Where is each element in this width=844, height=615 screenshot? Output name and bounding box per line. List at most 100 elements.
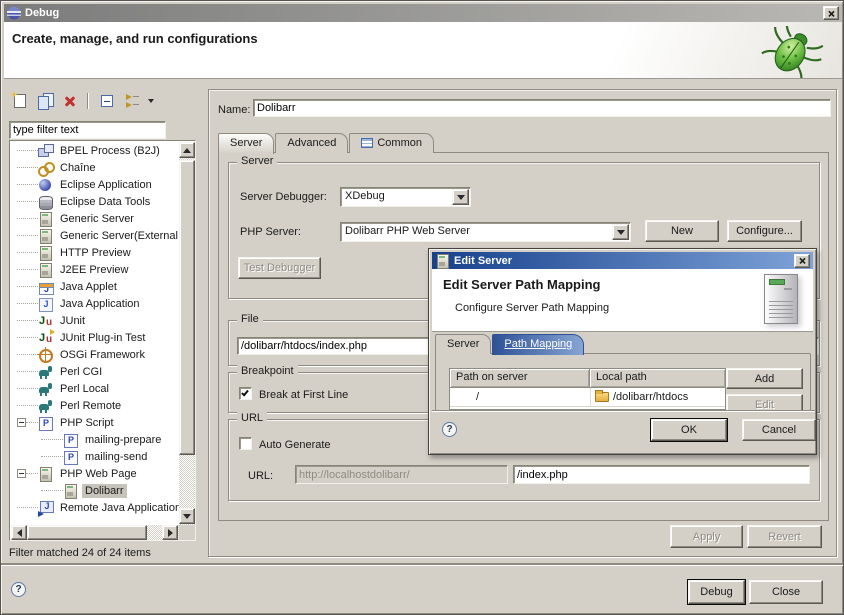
break-first-line-checkbox[interactable] (239, 387, 252, 400)
tree-item-php-script[interactable]: PHP Script (11, 414, 179, 431)
sphere-icon (38, 178, 53, 192)
url-path-input[interactable] (513, 465, 810, 484)
tree-item-label: JUnit Plug-in Test (57, 331, 148, 345)
chevron-down-icon (617, 230, 625, 235)
path-mapping-table[interactable]: Path on serverLocal path //dolibarr/htdo… (449, 368, 726, 410)
scroll-right-button[interactable] (162, 525, 178, 540)
tree-item-perl-cgi[interactable]: Perl CGI (11, 363, 179, 380)
auto-generate-checkbox[interactable] (239, 437, 252, 450)
filter-button[interactable] (121, 91, 142, 111)
scroll-down-button[interactable] (179, 508, 195, 524)
arrow-left-icon (17, 529, 22, 537)
tree-item-perl-local[interactable]: Perl Local (11, 380, 179, 397)
debug-button[interactable]: Debug (688, 580, 745, 604)
toolbar-separator (87, 93, 89, 109)
tree-item-eclipse-application[interactable]: Eclipse Application (11, 176, 179, 193)
tab-path-mapping[interactable]: Path Mapping (492, 334, 584, 355)
tree-item-label: Perl CGI (57, 365, 105, 379)
osgi-icon (38, 348, 53, 362)
bpel-icon (38, 144, 53, 158)
tree-item-java-applet[interactable]: Java Applet (11, 278, 179, 295)
cancel-button[interactable]: Cancel (742, 419, 816, 441)
filter-menu-button[interactable] (146, 91, 156, 111)
tree-item-dolibarr[interactable]: Dolibarr (11, 482, 179, 499)
test-debugger-button[interactable]: Test Debugger (238, 257, 321, 279)
tab-server-settings[interactable]: Server (435, 334, 491, 354)
hscroll-thumb[interactable] (27, 525, 147, 540)
edit-server-tabs: Server Path Mapping (435, 333, 585, 354)
column-header-local-path[interactable]: Local path (590, 369, 725, 388)
name-input[interactable] (253, 99, 831, 117)
close-button[interactable]: Close (749, 580, 823, 604)
footer-separator (1, 563, 844, 565)
add-mapping-button[interactable]: Add (726, 368, 803, 389)
scroll-left-button[interactable] (11, 525, 27, 540)
server-icon (38, 467, 53, 481)
tree-item-generic-server-external-la[interactable]: Generic Server(External La (11, 227, 179, 244)
debug-bug-icon (756, 26, 828, 78)
delete-configuration-button[interactable] (59, 91, 80, 111)
configure-server-button[interactable]: Configure... (727, 220, 802, 242)
server-debugger-select[interactable]: XDebug (340, 187, 471, 207)
new-server-button[interactable]: New (645, 220, 719, 242)
collapse-expander-icon[interactable] (17, 418, 26, 427)
tree-connector (17, 388, 38, 389)
tree-item-cha-ne[interactable]: Chaîne (11, 159, 179, 176)
dropdown-button[interactable] (612, 224, 629, 240)
duplicate-configuration-button[interactable] (34, 91, 55, 111)
tree-connector (17, 354, 38, 355)
server-icon (38, 246, 53, 260)
button-label: Close (772, 586, 800, 598)
tree-item-bpel-process-b2j[interactable]: BPEL Process (B2J) (11, 142, 179, 159)
tree-item-osgi-framework[interactable]: OSGi Framework (11, 346, 179, 363)
dialog-banner: Create, manage, and run configurations (4, 22, 842, 79)
help-icon[interactable]: ? (442, 422, 457, 437)
revert-button[interactable]: Revert (747, 525, 822, 548)
collapse-expander-icon[interactable] (17, 469, 26, 478)
tab-server[interactable]: Server (218, 133, 274, 154)
edit-server-close-button[interactable] (794, 254, 810, 268)
perl-icon (38, 382, 53, 396)
applet-icon (38, 280, 53, 294)
php-icon (63, 433, 78, 447)
window-close-button[interactable] (823, 6, 839, 20)
column-header-path-on-server[interactable]: Path on server (450, 369, 590, 388)
tree-item-php-web-page[interactable]: PHP Web Page (11, 465, 179, 482)
tree-item-generic-server[interactable]: Generic Server (11, 210, 179, 227)
tree-item-http-preview[interactable]: HTTP Preview (11, 244, 179, 261)
local-path-text: /dolibarr/htdocs (613, 391, 688, 403)
tree-item-mailing-prepare[interactable]: mailing-prepare (11, 431, 179, 448)
tab-advanced[interactable]: Advanced (275, 133, 348, 153)
button-label: Add (755, 373, 775, 385)
url-label: URL: (248, 470, 273, 482)
dropdown-button[interactable] (452, 189, 469, 205)
tree-item-mailing-send[interactable]: mailing-send (11, 448, 179, 465)
help-icon[interactable]: ? (11, 582, 26, 597)
tree-item-junit-plug-in-test[interactable]: JUnit Plug-in Test (11, 329, 179, 346)
tree-item-eclipse-data-tools[interactable]: Eclipse Data Tools (11, 193, 179, 210)
tree-item-remote-java-application[interactable]: Remote Java Application (11, 499, 179, 516)
php-server-select[interactable]: Dolibarr PHP Web Server (340, 222, 631, 242)
tab-label: Server (447, 338, 479, 350)
name-label: Name: (218, 104, 250, 116)
tree-item-label: PHP Web Page (57, 467, 140, 481)
ok-button[interactable]: OK (651, 419, 727, 441)
tree-item-perl-remote[interactable]: Perl Remote (11, 397, 179, 414)
server-debugger-label: Server Debugger: (240, 191, 327, 203)
filter-input[interactable] (9, 121, 166, 139)
tree-item-label: PHP Script (57, 416, 117, 430)
arrow-right-icon (168, 529, 173, 537)
break-first-line-label: Break at First Line (259, 389, 348, 401)
apply-button[interactable]: Apply (670, 525, 743, 548)
tree-item-j2ee-preview[interactable]: J2EE Preview (11, 261, 179, 278)
collapse-all-button[interactable] (96, 91, 117, 111)
tree-item-java-application[interactable]: Java Application (11, 295, 179, 312)
new-configuration-button[interactable] (9, 91, 30, 111)
table-row[interactable]: //dolibarr/htdocs (450, 388, 725, 407)
vscroll-thumb[interactable] (179, 160, 195, 455)
tree-connector (41, 456, 63, 457)
tree-item-junit[interactable]: JUnit (11, 312, 179, 329)
scroll-up-button[interactable] (179, 142, 195, 158)
tab-common[interactable]: Common (349, 133, 434, 153)
tree-item-label: Remote Java Application (57, 501, 179, 515)
